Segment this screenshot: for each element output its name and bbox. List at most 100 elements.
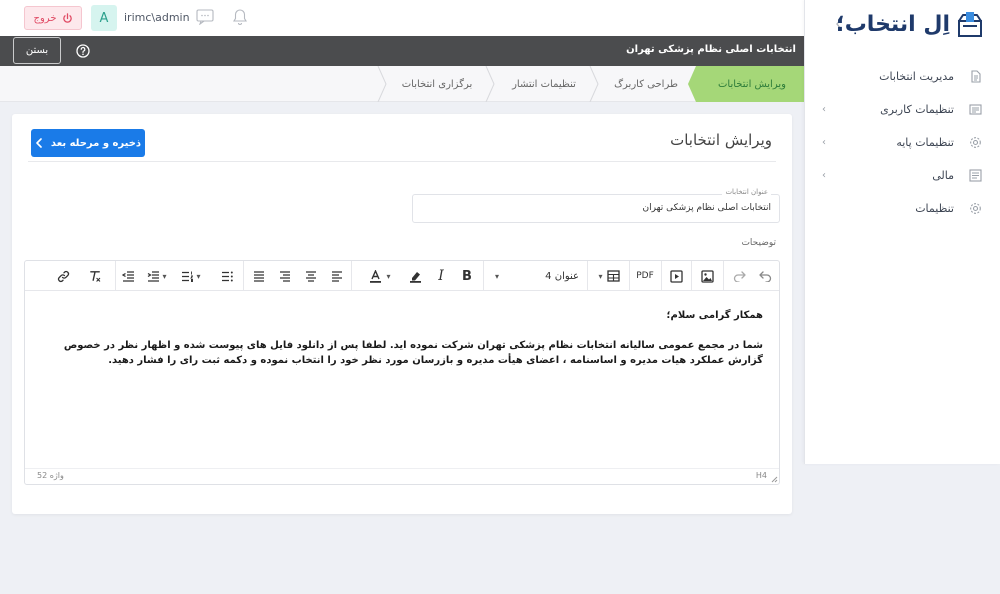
video-icon <box>669 269 683 283</box>
word-count: 52 واژه <box>37 471 64 480</box>
avatar[interactable]: A <box>91 5 117 31</box>
page-title: انتخابات اصلی نظام پزشکی تهران <box>626 44 796 55</box>
indent-button[interactable]: ▾ <box>141 261 173 291</box>
step-edit-election[interactable]: ویرایش انتخابات <box>700 66 804 102</box>
outdent-button[interactable] <box>117 261 139 291</box>
italic-button[interactable]: I <box>429 261 453 291</box>
link-button[interactable] <box>51 261 75 291</box>
chevron-right-icon: › <box>822 170 826 181</box>
chevron-down-icon: ▾ <box>386 271 391 281</box>
step-hold-election[interactable]: برگزاری انتخابات <box>386 66 488 102</box>
chevron-left-icon <box>36 138 42 148</box>
document-icon <box>968 70 982 84</box>
sidebar-item-finance[interactable]: مالی › <box>804 159 1000 192</box>
save-next-button[interactable]: ذخیره و مرحله بعد <box>31 129 145 157</box>
help-icon[interactable] <box>76 44 90 58</box>
editor-greeting: همکار گرامی سلام؛ <box>666 310 763 321</box>
toolbar-separator <box>629 261 630 291</box>
ballot-box-icon <box>958 12 982 37</box>
table-button[interactable]: ▾ <box>591 261 627 291</box>
toolbar-separator <box>243 261 244 291</box>
brand[interactable]: اِل انتخاب؛ <box>836 10 984 38</box>
align-center-icon <box>306 270 316 282</box>
bell-icon[interactable] <box>232 8 248 26</box>
chevron-down-icon: ▾ <box>162 271 167 281</box>
undo-icon <box>758 270 771 282</box>
clear-format-icon <box>89 270 100 282</box>
step-publish-settings[interactable]: تنظیمات انتشار <box>494 66 594 102</box>
chevron-right-icon: › <box>822 104 826 115</box>
toolbar-separator <box>483 261 484 291</box>
sidebar-item-user-settings[interactable]: تنظیمات کاربری › <box>804 93 1000 126</box>
edit-election-card: ذخیره و مرحله بعد ویرایش انتخابات عنوان … <box>12 114 792 514</box>
align-center-button[interactable] <box>299 261 323 291</box>
step-divider <box>377 66 387 102</box>
invoice-icon <box>968 169 982 183</box>
toolbar-separator <box>723 261 724 291</box>
undo-button[interactable] <box>753 261 777 291</box>
election-title-label: عنوان انتخابات <box>722 188 771 196</box>
image-icon <box>700 269 714 283</box>
election-title-input[interactable] <box>431 203 771 213</box>
message-icon[interactable] <box>196 9 214 25</box>
toolbar-separator <box>661 261 662 291</box>
top-bar: خروج A irimc\admin <box>0 0 804 36</box>
toolbar-separator <box>691 261 692 291</box>
sidebar-item-settings[interactable]: تنظیمات <box>804 192 1000 225</box>
editor-toolbar: ▾ ▾ ▾ I B ▾ عنوان 4 ▾ PDF <box>25 261 779 291</box>
bullet-list-button[interactable] <box>215 261 239 291</box>
numbered-list-icon <box>182 271 194 282</box>
insert-image-button[interactable] <box>693 261 721 291</box>
title-bar: بستن انتخابات اصلی نظام پزشکی تهران <box>0 36 804 66</box>
bold-button[interactable]: B <box>455 261 479 291</box>
align-left-button[interactable] <box>325 261 349 291</box>
sidebar-item-label: تنظیمات پایه <box>896 136 954 149</box>
logout-button[interactable]: خروج <box>24 6 82 30</box>
description-label: توضیحات <box>741 238 776 248</box>
gear-icon <box>968 136 982 150</box>
redo-button[interactable] <box>727 261 751 291</box>
chevron-down-icon: ▾ <box>495 271 500 281</box>
close-button[interactable]: بستن <box>13 37 61 64</box>
resize-handle-icon[interactable] <box>770 475 778 483</box>
sidebar-item-base-settings[interactable]: تنظیمات پایه › <box>804 126 1000 159</box>
highlight-color-button[interactable] <box>403 261 427 291</box>
power-icon <box>62 12 72 23</box>
bullet-list-icon <box>222 271 233 281</box>
rich-text-editor: ▾ ▾ ▾ I B ▾ عنوان 4 ▾ PDF همکار گرامی سل… <box>24 260 780 485</box>
align-right-icon <box>280 270 290 282</box>
editor-paragraph: شما در مجمع عمومی سالیانه انتخابات نظام … <box>63 339 763 367</box>
logout-label: خروج <box>33 12 57 24</box>
align-left-icon <box>332 270 342 282</box>
align-justify-button[interactable] <box>247 261 271 291</box>
element-path[interactable]: H4 <box>756 471 767 480</box>
heading-select-value: عنوان 4 <box>545 270 579 282</box>
chevron-down-icon: ▾ <box>598 271 603 281</box>
clear-format-button[interactable] <box>83 261 107 291</box>
sidebar-item-election-management[interactable]: مدیریت انتخابات <box>804 60 1000 93</box>
sidebar-item-label: مالی <box>932 169 954 182</box>
toolbar-separator <box>115 261 116 291</box>
highlighter-icon <box>409 271 421 283</box>
link-icon <box>57 270 69 282</box>
pdf-label: PDF <box>636 271 654 281</box>
gear-icon <box>968 202 982 216</box>
text-color-button[interactable]: ▾ <box>359 261 401 291</box>
editor-content[interactable]: همکار گرامی سلام؛ شما در مجمع عمومی سالی… <box>25 292 779 468</box>
sidebar-item-label: مدیریت انتخابات <box>879 70 954 83</box>
heading-select[interactable]: ▾ عنوان 4 <box>487 261 587 291</box>
bold-icon: B <box>462 268 472 284</box>
chevron-right-icon: › <box>822 137 826 148</box>
pdf-button[interactable]: PDF <box>631 261 659 291</box>
editor-statusbar: 52 واژه H4 <box>25 468 779 484</box>
insert-video-button[interactable] <box>663 261 689 291</box>
numbered-list-button[interactable]: ▾ <box>175 261 207 291</box>
sidebar: اِل انتخاب؛ مدیریت انتخابات تنظیمات کارب… <box>804 0 1000 464</box>
username: irimc\admin <box>124 11 190 24</box>
indent-icon <box>148 270 160 282</box>
step-form-design[interactable]: طراحی کاربرگ <box>598 66 694 102</box>
brand-name: اِل انتخاب؛ <box>835 11 951 37</box>
redo-icon <box>733 270 746 282</box>
align-right-button[interactable] <box>273 261 297 291</box>
user-card-icon <box>968 103 982 117</box>
